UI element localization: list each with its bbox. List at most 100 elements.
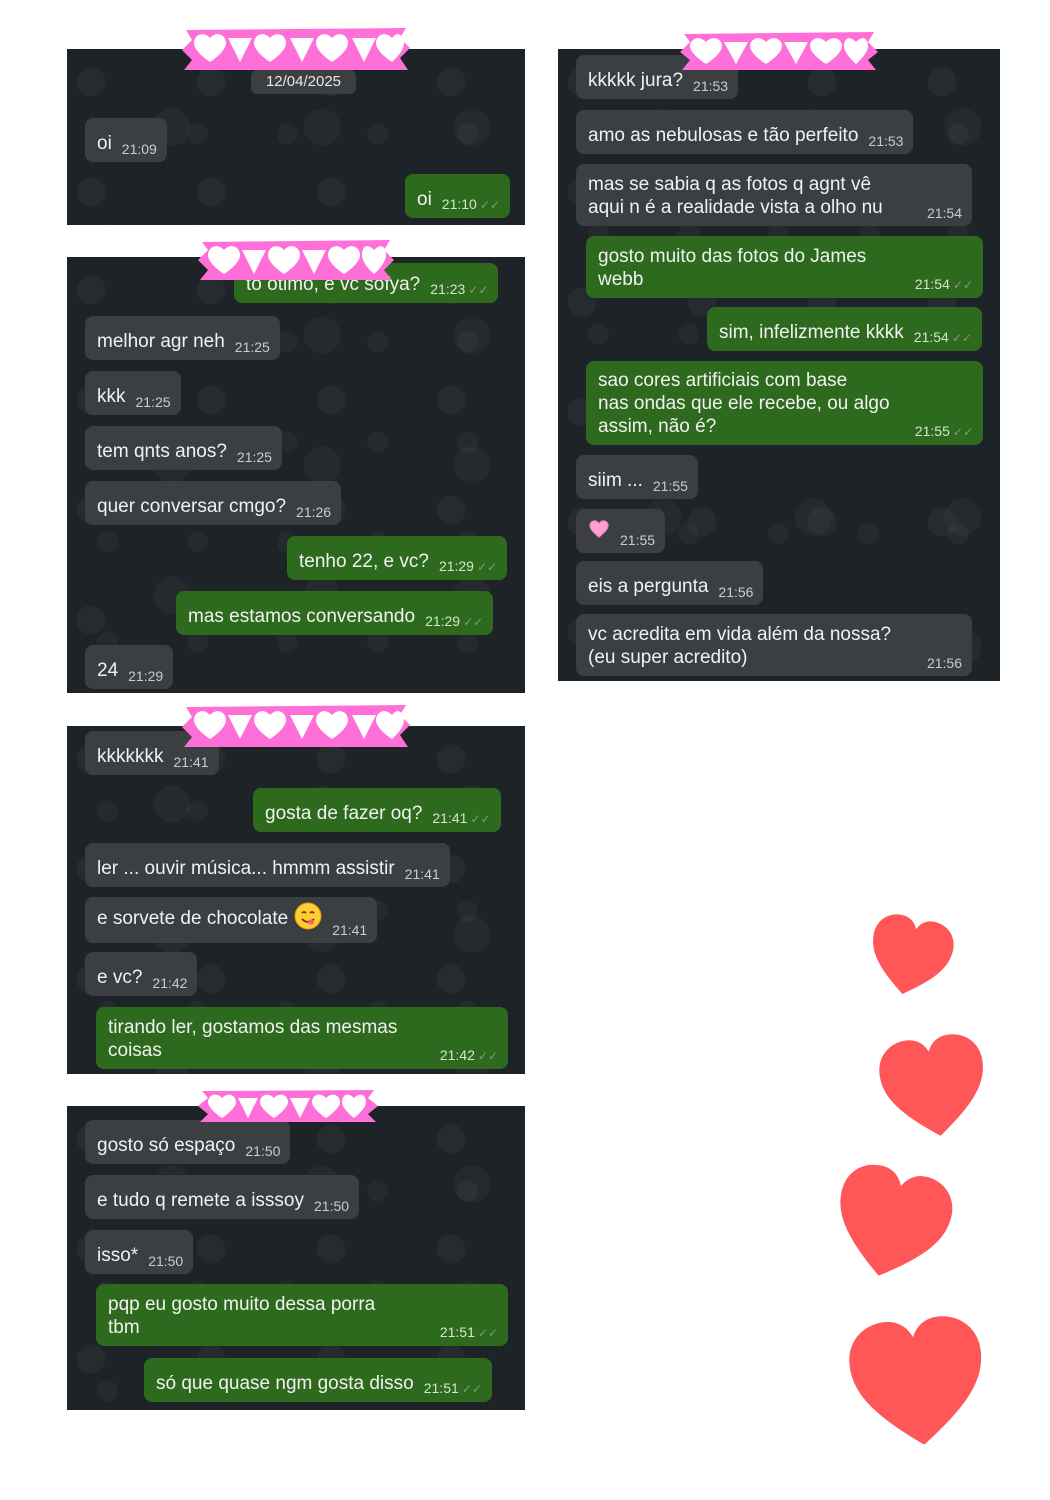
- message-bubble[interactable]: isso* 21:50: [85, 1230, 194, 1274]
- message-text: tem qnts anos?: [97, 441, 227, 462]
- message-text: pqp eu gosto muito dessa porra tbm: [108, 1294, 376, 1338]
- message-bubble[interactable]: e tudo q remete a isssoy 21:50: [85, 1175, 360, 1219]
- message-bubble[interactable]: mas estamos conversando 21:29 ✓✓: [176, 591, 494, 635]
- read-check-icon: ✓✓: [463, 615, 484, 629]
- message-text: siim ...: [588, 470, 643, 491]
- message-bubble[interactable]: gosto muito das fotos do James webb 21:5…: [586, 236, 983, 298]
- message-time: 21:41: [404, 866, 440, 882]
- message-bubble[interactable]: e sorvete de chocolate 21:41: [85, 897, 378, 943]
- message-text: amo as nebulosas e tão perfeito: [588, 125, 859, 146]
- read-check-icon: ✓✓: [951, 331, 972, 345]
- message-bubble[interactable]: gosta de fazer oq? 21:41 ✓✓: [253, 788, 501, 832]
- read-check-icon: ✓✓: [952, 278, 973, 292]
- message-time: 21:25: [135, 394, 171, 410]
- message-text: kkkkk jura?: [588, 70, 684, 91]
- message-bubble[interactable]: siim ... 21:55: [576, 455, 698, 499]
- message-text: sim, infelizmente kkkk: [719, 322, 904, 343]
- message-bubble[interactable]: oi 21:09: [85, 118, 167, 162]
- message-text: mas estamos conversando: [188, 606, 416, 627]
- message-bubble[interactable]: pqp eu gosto muito dessa porra tbm 21:51…: [96, 1284, 508, 1346]
- message-text: só que quase ngm gosta disso: [156, 1373, 414, 1394]
- message-time: 21:54: [926, 205, 962, 221]
- message-time: 21:56: [718, 584, 754, 600]
- message-bubble[interactable]: 24 21:29: [85, 645, 174, 689]
- message-text: melhor agr neh: [97, 331, 225, 352]
- heart-icon: [849, 1316, 982, 1445]
- message-bubble[interactable]: 21:55: [576, 509, 666, 553]
- tape-hearts: [182, 705, 410, 747]
- message-bubble[interactable]: quer conversar cmgo? 21:26: [85, 481, 342, 525]
- message-text: quer conversar cmgo?: [97, 496, 287, 517]
- read-check-icon: ✓✓: [461, 1382, 482, 1396]
- message-bubble[interactable]: tem qnts anos? 21:25: [85, 426, 282, 470]
- message-time: 21:29: [128, 668, 164, 684]
- message-time: 21:23: [430, 281, 466, 297]
- message-bubble[interactable]: ler ... ouvir música... hmmm assistir 21…: [85, 843, 450, 887]
- message-text: gosto muito das fotos do James webb: [598, 246, 867, 290]
- message-bubble[interactable]: tenho 22, e vc? 21:29 ✓✓: [287, 536, 508, 580]
- read-check-icon: ✓✓: [470, 812, 491, 826]
- tape-hearts: [198, 240, 394, 280]
- message-time: 21:51: [439, 1324, 475, 1340]
- message-time: 21:50: [314, 1198, 350, 1214]
- message-text: tenho 22, e vc?: [299, 551, 429, 572]
- message-bubble[interactable]: só que quase ngm gosta disso 21:51 ✓✓: [144, 1358, 492, 1402]
- read-check-icon: ✓✓: [477, 1326, 498, 1340]
- message-time: 21:53: [693, 78, 729, 94]
- message-text: e tudo q remete a isssoy: [97, 1190, 304, 1211]
- read-check-icon: ✓✓: [479, 198, 500, 212]
- message-bubble[interactable]: kkk 21:25: [85, 371, 181, 415]
- message-bubble[interactable]: sao cores artificiais com base nas ondas…: [586, 361, 983, 445]
- read-check-icon: ✓✓: [477, 1049, 498, 1063]
- message-time: 21:25: [234, 339, 270, 355]
- heart-icon: [873, 914, 954, 994]
- message-time: 21:29: [425, 613, 461, 629]
- message-time: 21:41: [432, 810, 468, 826]
- message-bubble[interactable]: melhor agr neh 21:25: [85, 316, 280, 360]
- message-time: 21:55: [914, 423, 950, 439]
- tape-hearts: [680, 32, 878, 70]
- message-time: 21:54: [913, 329, 949, 345]
- message-text: gosto só espaço: [97, 1135, 236, 1156]
- message-bubble[interactable]: amo as nebulosas e tão perfeito 21:53: [576, 110, 914, 154]
- message-text: mas se sabia q as fotos q agnt vê aqui n…: [588, 174, 883, 218]
- message-text: sao cores artificiais com base nas ondas…: [598, 370, 890, 437]
- message-time: 21:50: [148, 1253, 184, 1269]
- message-text: e vc?: [97, 967, 143, 988]
- message-time: 21:56: [926, 655, 962, 671]
- message-time: 21:09: [121, 141, 157, 157]
- message-time: 21:55: [652, 478, 688, 494]
- message-time: 21:10: [441, 196, 477, 212]
- message-bubble[interactable]: oi 21:10 ✓✓: [405, 174, 510, 218]
- message-text: vc acredita em vida além da nossa? (eu s…: [588, 624, 892, 668]
- message-time: 21:51: [423, 1380, 459, 1396]
- message-text: tirando ler, gostamos das mesmas coisas: [108, 1017, 398, 1061]
- message-text: eis a pergunta: [588, 576, 709, 597]
- message-bubble[interactable]: eis a pergunta 21:56: [576, 561, 764, 605]
- message-bubble[interactable]: vc acredita em vida além da nossa? (eu s…: [576, 614, 972, 676]
- pink-heart-emoji: [588, 518, 610, 546]
- message-bubble[interactable]: tirando ler, gostamos das mesmas coisas …: [96, 1007, 508, 1069]
- message-bubble[interactable]: e vc? 21:42: [85, 952, 198, 996]
- message-time: 21:42: [439, 1047, 475, 1063]
- tape-hearts: [182, 28, 410, 70]
- message-time: 21:53: [868, 133, 904, 149]
- message-time: 21:41: [332, 922, 368, 938]
- message-time: 21:41: [173, 754, 209, 770]
- message-time: 21:42: [152, 975, 188, 991]
- message-time: 21:29: [438, 558, 474, 574]
- message-text: ler ... ouvir música... hmmm assistir: [97, 858, 395, 879]
- message-time: 21:54: [914, 276, 950, 292]
- tape-hearts: [198, 1090, 378, 1122]
- message-time: 21:55: [620, 532, 656, 548]
- message-bubble[interactable]: sim, infelizmente kkkk 21:54 ✓✓: [707, 307, 982, 351]
- read-check-icon: ✓✓: [952, 425, 973, 439]
- heart-icon: [840, 1164, 953, 1276]
- message-time: 21:50: [245, 1143, 281, 1159]
- message-bubble[interactable]: mas se sabia q as fotos q agnt vê aqui n…: [576, 164, 972, 226]
- message-text: gosta de fazer oq?: [265, 803, 423, 824]
- message-bubble[interactable]: gosto só espaço 21:50: [85, 1120, 291, 1164]
- message-time: 21:25: [236, 449, 272, 465]
- message-text: kkkkkkk: [97, 746, 164, 767]
- heart-icon: [879, 1034, 983, 1136]
